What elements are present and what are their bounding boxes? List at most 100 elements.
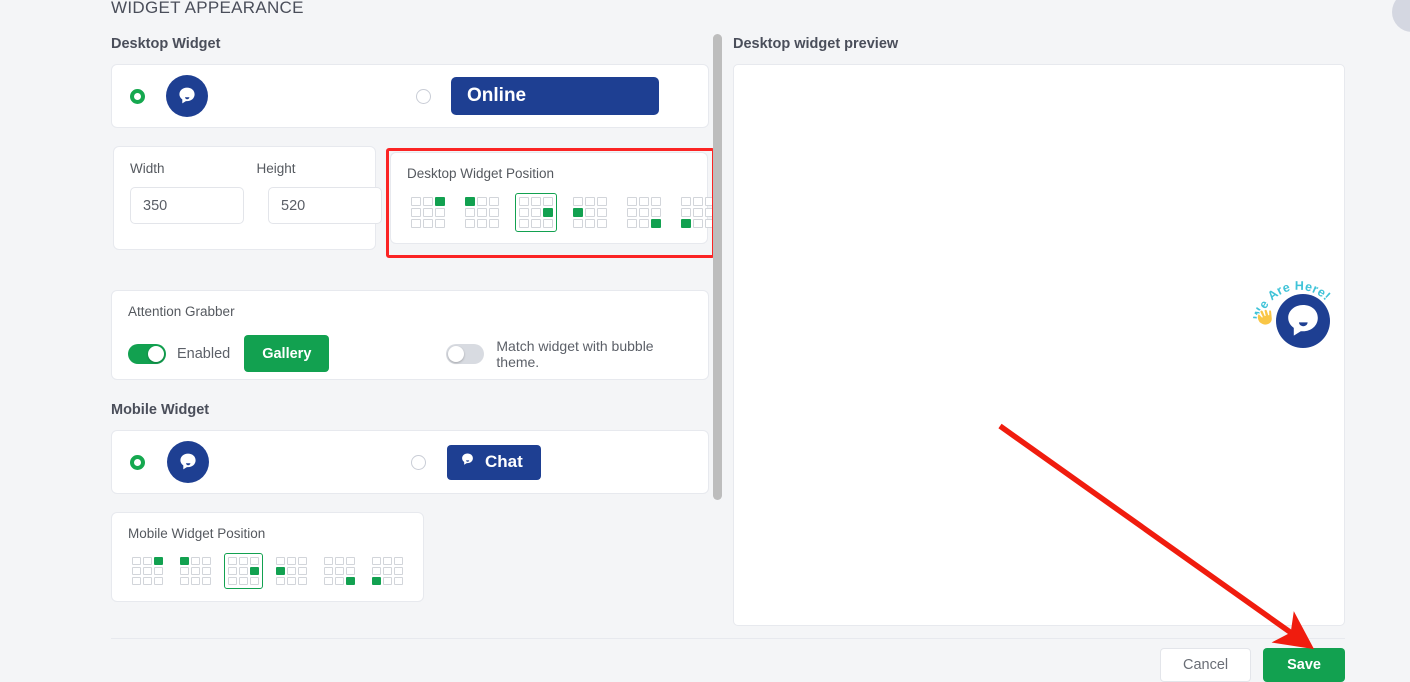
position-cell: [191, 557, 200, 565]
position-option-top-right[interactable]: [407, 193, 449, 232]
position-option-bottom-left[interactable]: [368, 553, 407, 589]
position-cell: [143, 577, 152, 585]
position-cell: [531, 197, 541, 206]
position-cell: [372, 567, 381, 575]
position-option-top-right[interactable]: [128, 553, 167, 589]
position-cell: [372, 557, 381, 565]
mobile-position-title: Mobile Widget Position: [128, 526, 266, 541]
attention-grabber-enabled-label: Enabled: [177, 345, 231, 362]
position-cell: [298, 577, 307, 585]
position-cell: [573, 208, 583, 217]
position-cell: [573, 197, 583, 206]
desktop-widget-preview: We Are Here!: [733, 64, 1345, 626]
preview-widget-bubble[interactable]: We Are Here!: [1247, 269, 1343, 355]
position-cell: [681, 219, 691, 228]
position-cell: [585, 197, 595, 206]
position-cell: [250, 557, 259, 565]
position-cell: [519, 219, 529, 228]
mobile-position-options: [128, 553, 407, 589]
position-cell: [543, 197, 553, 206]
position-cell: [143, 567, 152, 575]
position-cell: [627, 208, 637, 217]
position-option-middle-left[interactable]: [569, 193, 611, 232]
attention-grabber-toggle[interactable]: [128, 343, 166, 364]
position-cell: [250, 577, 259, 585]
chat-bubble-icon[interactable]: [166, 75, 208, 117]
height-input[interactable]: [268, 187, 382, 224]
widget-size-card: Width Height: [113, 146, 382, 250]
position-option-middle-right[interactable]: [224, 553, 263, 589]
position-cell: [394, 557, 403, 565]
mobile-style-bubble-radio[interactable]: [130, 454, 145, 470]
page-title: WIDGET APPEARANCE: [111, 0, 304, 17]
position-cell: [154, 567, 163, 575]
dialog-footer: Cancel Save: [111, 638, 1345, 682]
position-cell: [228, 577, 237, 585]
match-bubble-theme-label: Match widget with bubble theme.: [496, 337, 654, 370]
position-cell: [639, 208, 649, 217]
position-cell: [465, 208, 475, 217]
attention-grabber-card: Attention Grabber Enabled Gallery Match …: [111, 290, 709, 380]
mobile-widget-heading: Mobile Widget: [111, 402, 210, 418]
position-cell: [651, 219, 661, 228]
settings-column: Desktop Widget Online Width Height 350 5…: [111, 36, 715, 602]
desktop-widget-style-row: Online: [111, 64, 709, 128]
position-cell: [228, 557, 237, 565]
position-cell: [372, 577, 381, 585]
position-cell: [489, 208, 499, 217]
online-label-button[interactable]: Online: [451, 77, 659, 115]
position-cell: [335, 567, 344, 575]
chat-bubble-icon[interactable]: [167, 441, 209, 483]
position-cell: [477, 219, 487, 228]
position-cell: [335, 577, 344, 585]
position-cell: [324, 557, 333, 565]
position-cell: [435, 219, 445, 228]
position-cell: [651, 197, 661, 206]
position-cell: [651, 208, 661, 217]
position-cell: [383, 557, 392, 565]
position-cell: [531, 219, 541, 228]
position-cell: [143, 557, 152, 565]
position-cell: [597, 208, 607, 217]
position-option-top-left[interactable]: [461, 193, 503, 232]
position-option-bottom-right[interactable]: [320, 553, 359, 589]
position-cell: [519, 197, 529, 206]
position-cell: [423, 219, 433, 228]
save-button[interactable]: Save: [1263, 648, 1345, 682]
desktop-style-label-radio[interactable]: [416, 88, 431, 104]
position-cell: [597, 219, 607, 228]
position-cell: [627, 197, 637, 206]
gallery-button[interactable]: Gallery: [244, 335, 330, 372]
position-cell: [287, 567, 296, 575]
position-cell: [132, 567, 141, 575]
preview-label: Desktop widget preview: [733, 36, 899, 52]
position-cell: [298, 557, 307, 565]
position-option-middle-right[interactable]: [515, 193, 557, 232]
scroll-top-button[interactable]: [1392, 0, 1410, 32]
position-cell: [324, 577, 333, 585]
position-cell: [411, 197, 421, 206]
position-option-middle-left[interactable]: [272, 553, 311, 589]
position-cell: [597, 197, 607, 206]
position-cell: [573, 219, 583, 228]
width-input[interactable]: [130, 187, 244, 224]
settings-scrollbar[interactable]: [713, 34, 722, 500]
position-cell: [239, 577, 248, 585]
position-cell: [435, 197, 445, 206]
position-cell: [627, 219, 637, 228]
position-option-top-left[interactable]: [176, 553, 215, 589]
position-cell: [477, 208, 487, 217]
mobile-style-label-radio[interactable]: [411, 454, 426, 470]
desktop-style-bubble-radio[interactable]: [130, 88, 145, 104]
position-cell: [465, 197, 475, 206]
match-bubble-theme-toggle[interactable]: [446, 343, 485, 364]
position-option-bottom-right[interactable]: [623, 193, 665, 232]
position-cell: [693, 219, 703, 228]
position-cell: [411, 208, 421, 217]
position-cell: [324, 567, 333, 575]
chat-label-button[interactable]: Chat: [447, 444, 541, 480]
position-cell: [681, 197, 691, 206]
cancel-button[interactable]: Cancel: [1159, 648, 1252, 682]
position-cell: [180, 567, 189, 575]
position-cell: [465, 219, 475, 228]
